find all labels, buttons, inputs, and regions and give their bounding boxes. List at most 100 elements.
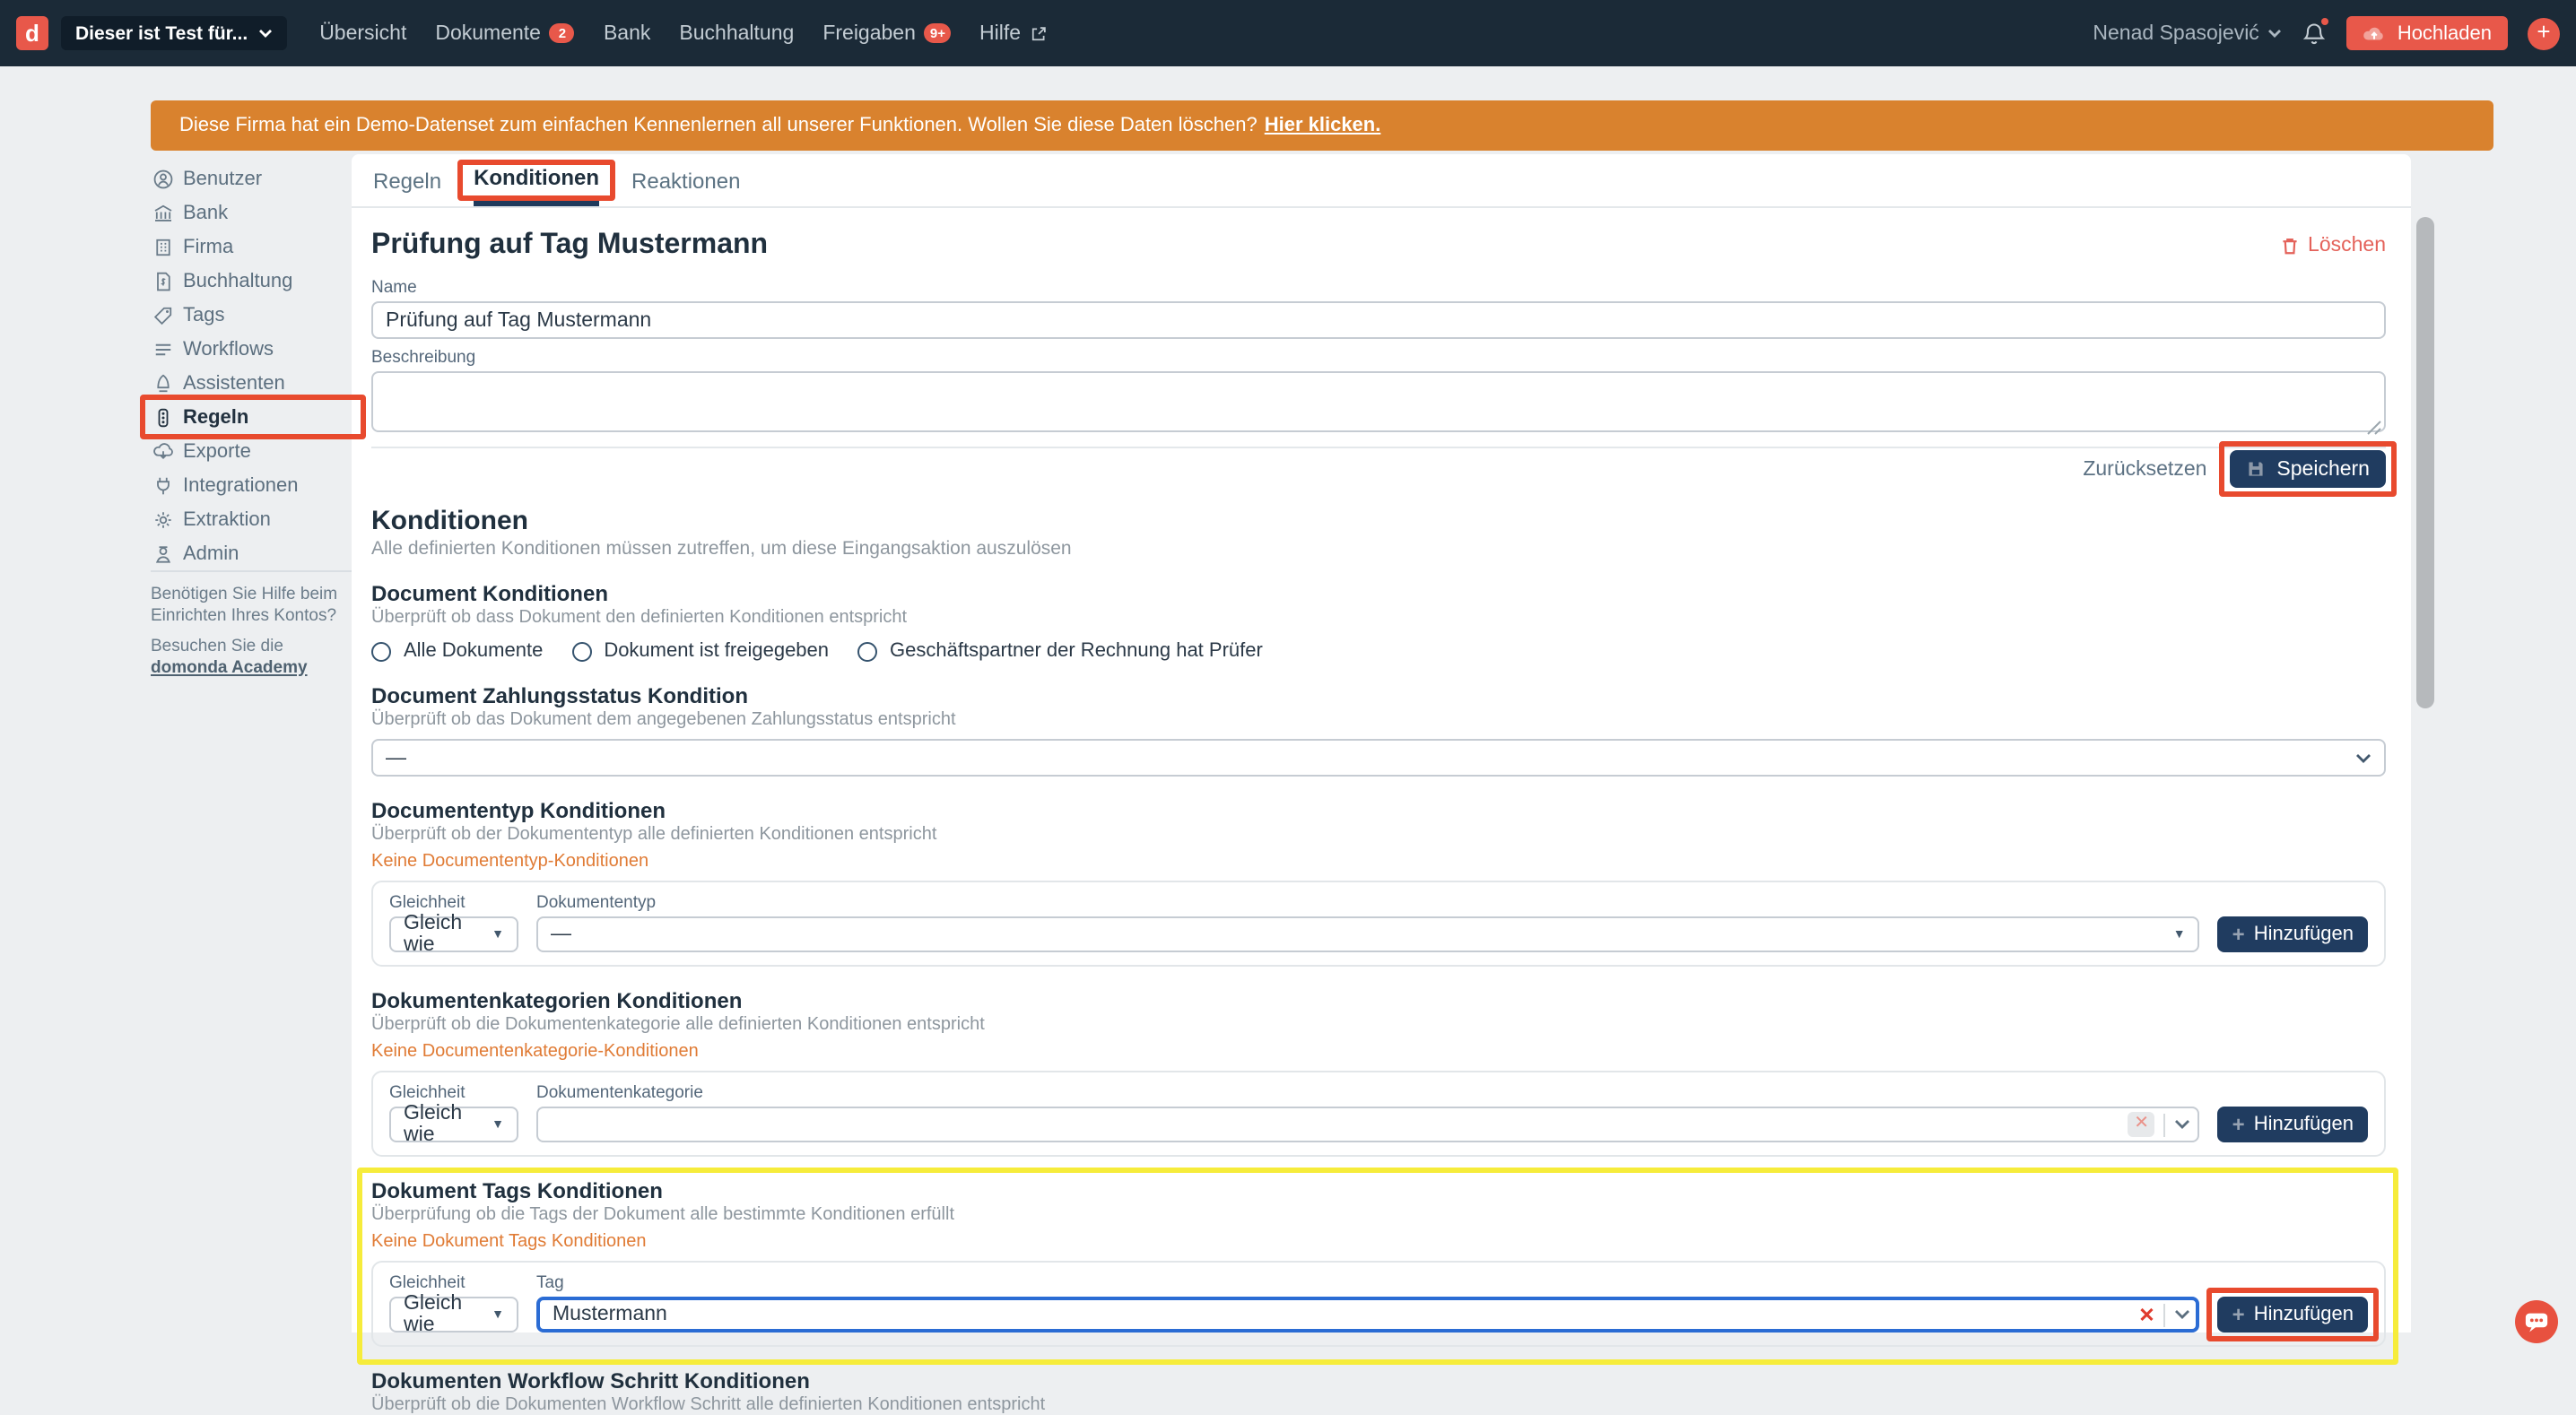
freigaben-count-badge: 9+	[925, 23, 951, 43]
sidebar-item-extraktion[interactable]: Extraktion	[151, 502, 352, 536]
gleichheit-select[interactable]: Gleich wie▼	[389, 916, 518, 952]
sidebar-item-regeln[interactable]: Regeln	[151, 400, 352, 434]
sidebar-item-tags[interactable]: Tags	[151, 298, 352, 332]
add-dokumentenkategorie-button[interactable]: +Hinzufügen	[2218, 1107, 2368, 1142]
admin-icon	[152, 543, 174, 564]
user-icon	[152, 168, 174, 189]
description-textarea[interactable]	[371, 371, 2386, 432]
rule-tabs: Regeln Konditionen Reaktionen	[352, 154, 2411, 208]
workflow-icon	[152, 338, 174, 360]
sidebar-item-bank[interactable]: Bank	[151, 195, 352, 230]
zahlungsstatus-select[interactable]: —	[371, 739, 2386, 777]
section-documententyp: Documententyp Konditionen Überprüft ob d…	[371, 798, 2386, 967]
sidebar-item-benutzer[interactable]: Benutzer	[151, 161, 352, 195]
plus-icon: +	[2232, 1302, 2245, 1327]
name-input[interactable]	[371, 301, 2386, 339]
section-workflow-schritt: Dokumenten Workflow Schritt Konditionen …	[371, 1368, 2386, 1415]
gear-icon	[152, 508, 174, 530]
tab-reaktionen[interactable]: Reaktionen	[631, 154, 740, 206]
select-arrow-icon: ▼	[2173, 928, 2186, 941]
radio-alle-dokumente[interactable]: Alle Dokumente	[371, 640, 543, 662]
scrollbar-thumb[interactable]	[2416, 217, 2434, 708]
dokumententyp-select[interactable]: —▼	[536, 916, 2200, 952]
logo-letter: d	[25, 20, 39, 47]
clear-icon[interactable]: ✕	[2128, 1112, 2155, 1137]
radio-circle	[371, 641, 391, 661]
empty-note: Keine Documententyp-Konditionen	[371, 852, 2386, 872]
dokumentenkategorie-input[interactable]	[536, 1107, 2200, 1142]
nav-item-hilfe[interactable]: Hilfe	[979, 22, 1048, 44]
divider	[2164, 1113, 2166, 1136]
nav-item-dokumente[interactable]: Dokumente2	[435, 22, 575, 44]
notifications-bell-icon[interactable]	[2302, 21, 2328, 46]
tag-input[interactable]	[536, 1297, 2200, 1333]
notification-dot	[2322, 17, 2329, 24]
tab-regeln[interactable]: Regeln	[373, 154, 441, 206]
add-tag-button[interactable]: +Hinzufügen	[2218, 1297, 2368, 1333]
name-field-label: Name	[371, 278, 2386, 298]
select-arrow-icon: ▼	[492, 928, 504, 941]
radio-dokument-freigegeben[interactable]: Dokument ist freigegeben	[571, 640, 829, 662]
save-button[interactable]: Speichern	[2230, 450, 2386, 488]
cloud-upload-icon	[2363, 24, 2387, 42]
domonda-logo[interactable]: d	[16, 16, 48, 50]
conditions-heading: Konditionen	[371, 506, 2386, 536]
documententyp-row: Gleichheit Gleich wie▼ Dokumententyp —▼ …	[371, 881, 2386, 967]
chevron-down-icon	[2268, 28, 2283, 39]
section-zahlungsstatus: Document Zahlungsstatus Kondition Überpr…	[371, 683, 2386, 777]
save-icon	[2246, 459, 2266, 479]
sidebar-item-workflows[interactable]: Workflows	[151, 332, 352, 366]
sidebar-item-buchhaltung[interactable]: Buchhaltung	[151, 264, 352, 298]
select-arrow-icon: ▼	[492, 1308, 504, 1321]
sidebar-item-exporte[interactable]: Exporte	[151, 434, 352, 468]
nav-right-group: Nenad Spasojević Hochladen +	[2093, 16, 2560, 50]
quick-add-button[interactable]: +	[2528, 17, 2560, 49]
external-link-icon	[1030, 24, 1048, 42]
plus-icon: +	[2232, 1112, 2245, 1137]
academy-link[interactable]: domonda Academy	[151, 657, 308, 677]
dokument-tag-row: Gleichheit Gleich wie▼ Tag ✕	[371, 1261, 2386, 1347]
bank-icon	[152, 202, 174, 223]
sidebar-item-assistenten[interactable]: Assistenten	[151, 366, 352, 400]
radio-geschaeftspartner-pruefer[interactable]: Geschäftspartner der Rechnung hat Prüfer	[857, 640, 1263, 662]
sidebar-item-integrationen[interactable]: Integrationen	[151, 468, 352, 502]
banner-text: Diese Firma hat ein Demo-Datenset zum ei…	[179, 115, 1258, 136]
invoice-icon	[152, 270, 174, 291]
main-menu: Übersicht Dokumente2 Bank Buchhaltung Fr…	[305, 22, 1062, 44]
nav-item-freigaben[interactable]: Freigaben9+	[822, 22, 951, 44]
sidebar-item-admin[interactable]: Admin	[151, 536, 352, 570]
delete-rule-button[interactable]: Löschen	[2279, 235, 2386, 256]
chat-icon	[2524, 1310, 2549, 1333]
help-visit-prefix: Besuchen Sie die	[151, 637, 283, 656]
add-documententyp-button[interactable]: +Hinzufügen	[2218, 916, 2368, 952]
page-title: Prüfung auf Tag Mustermann	[371, 230, 768, 262]
demo-data-banner: Diese Firma hat ein Demo-Datenset zum ei…	[151, 100, 2493, 151]
chevron-down-icon[interactable]	[2175, 1309, 2191, 1320]
section-dokument-tags: Dokument Tags Konditionen Überprüfung ob…	[371, 1178, 2386, 1347]
building-icon	[152, 236, 174, 257]
settings-sidebar: Benutzer Bank Firma Buchhaltung Tags Wor…	[151, 161, 352, 570]
chevron-down-icon	[2355, 752, 2371, 763]
reset-button[interactable]: Zurücksetzen	[2083, 458, 2206, 480]
upload-button[interactable]: Hochladen	[2347, 16, 2508, 50]
clear-icon[interactable]: ✕	[2138, 1303, 2154, 1326]
nav-item-uebersicht[interactable]: Übersicht	[319, 22, 406, 44]
chevron-down-icon[interactable]	[2175, 1119, 2191, 1130]
user-menu[interactable]: Nenad Spasojević	[2093, 22, 2282, 44]
banner-delete-link[interactable]: Hier klicken.	[1265, 115, 1381, 136]
dokumente-count-badge: 2	[550, 23, 575, 43]
app-root: d Dieser ist Test für... Übersicht Dokum…	[0, 0, 2576, 1359]
sidebar-item-firma[interactable]: Firma	[151, 230, 352, 264]
sidebar-help-footer: Benötigen Sie Hilfe beim Einrichten Ihre…	[151, 570, 352, 678]
chat-widget-button[interactable]	[2515, 1300, 2558, 1343]
gleichheit-select[interactable]: Gleich wie▼	[389, 1297, 518, 1333]
assistant-icon	[152, 372, 174, 394]
nav-item-buchhaltung[interactable]: Buchhaltung	[679, 22, 794, 44]
tab-konditionen[interactable]: Konditionen	[474, 154, 599, 206]
rule-editor: Prüfung auf Tag Mustermann Löschen Name …	[352, 230, 2411, 1415]
gleichheit-select[interactable]: Gleich wie▼	[389, 1107, 518, 1142]
section-dokumentenkategorien: Dokumentenkategorien Konditionen Überprü…	[371, 988, 2386, 1157]
nav-item-bank[interactable]: Bank	[604, 22, 650, 44]
conditions-subheading: Alle definierten Konditionen müssen zutr…	[371, 538, 2386, 560]
company-selector[interactable]: Dieser ist Test für...	[61, 16, 287, 50]
